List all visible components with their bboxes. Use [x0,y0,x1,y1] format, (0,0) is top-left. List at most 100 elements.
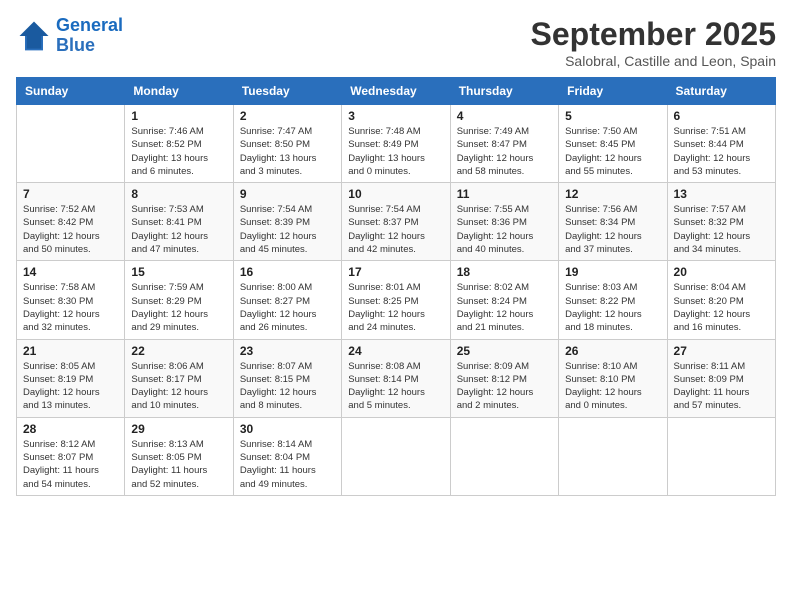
day-info: Sunrise: 7:52 AM Sunset: 8:42 PM Dayligh… [23,203,118,256]
day-number: 7 [23,187,118,201]
day-number: 22 [131,344,226,358]
calendar-cell: 10 Sunrise: 7:54 AM Sunset: 8:37 PM Dayli… [342,183,450,261]
day-info: Sunrise: 8:02 AM Sunset: 8:24 PM Dayligh… [457,281,552,334]
day-info: Sunrise: 8:13 AM Sunset: 8:05 PM Dayligh… [131,438,226,491]
day-number: 24 [348,344,443,358]
calendar-cell: 13 Sunrise: 7:57 AM Sunset: 8:32 PM Dayli… [667,183,775,261]
calendar-cell: 26 Sunrise: 8:10 AM Sunset: 8:10 PM Dayli… [559,339,667,417]
calendar-cell: 8 Sunrise: 7:53 AM Sunset: 8:41 PM Daylig… [125,183,233,261]
calendar-cell: 3 Sunrise: 7:48 AM Sunset: 8:49 PM Daylig… [342,105,450,183]
day-info: Sunrise: 7:58 AM Sunset: 8:30 PM Dayligh… [23,281,118,334]
calendar-cell: 5 Sunrise: 7:50 AM Sunset: 8:45 PM Daylig… [559,105,667,183]
calendar-cell: 6 Sunrise: 7:51 AM Sunset: 8:44 PM Daylig… [667,105,775,183]
day-info: Sunrise: 7:54 AM Sunset: 8:39 PM Dayligh… [240,203,335,256]
day-info: Sunrise: 8:09 AM Sunset: 8:12 PM Dayligh… [457,360,552,413]
calendar-cell: 18 Sunrise: 8:02 AM Sunset: 8:24 PM Dayli… [450,261,558,339]
day-number: 13 [674,187,769,201]
weekday-header: Wednesday [342,78,450,105]
day-number: 6 [674,109,769,123]
calendar-cell [342,417,450,495]
calendar-week-row: 28Sunrise: 8:12 AM Sunset: 8:07 PM Dayli… [17,417,776,495]
day-number: 12 [565,187,660,201]
day-info: Sunrise: 8:07 AM Sunset: 8:15 PM Dayligh… [240,360,335,413]
weekday-header: Monday [125,78,233,105]
calendar-cell: 23Sunrise: 8:07 AM Sunset: 8:15 PM Dayli… [233,339,341,417]
calendar-cell: 29 Sunrise: 8:13 AM Sunset: 8:05 PM Dayli… [125,417,233,495]
weekday-header: Tuesday [233,78,341,105]
day-number: 26 [565,344,660,358]
day-info: Sunrise: 7:53 AM Sunset: 8:41 PM Dayligh… [131,203,226,256]
day-info: Sunrise: 7:49 AM Sunset: 8:47 PM Dayligh… [457,125,552,178]
day-number: 9 [240,187,335,201]
calendar-cell: 17 Sunrise: 8:01 AM Sunset: 8:25 PM Dayli… [342,261,450,339]
calendar-cell: 9 Sunrise: 7:54 AM Sunset: 8:39 PM Daylig… [233,183,341,261]
calendar-cell: 24 Sunrise: 8:08 AM Sunset: 8:14 PM Dayli… [342,339,450,417]
day-number: 30 [240,422,335,436]
day-info: Sunrise: 8:04 AM Sunset: 8:20 PM Dayligh… [674,281,769,334]
calendar-cell [559,417,667,495]
logo-icon [16,18,52,54]
calendar-cell: 14 Sunrise: 7:58 AM Sunset: 8:30 PM Dayli… [17,261,125,339]
day-number: 19 [565,265,660,279]
calendar-week-row: 14 Sunrise: 7:58 AM Sunset: 8:30 PM Dayli… [17,261,776,339]
day-info: Sunrise: 8:06 AM Sunset: 8:17 PM Dayligh… [131,360,226,413]
day-number: 14 [23,265,118,279]
day-number: 21 [23,344,118,358]
calendar-cell: 27 Sunrise: 8:11 AM Sunset: 8:09 PM Dayli… [667,339,775,417]
day-number: 29 [131,422,226,436]
day-info: Sunrise: 8:05 AM Sunset: 8:19 PM Dayligh… [23,360,118,413]
calendar-cell: 20 Sunrise: 8:04 AM Sunset: 8:20 PM Dayli… [667,261,775,339]
calendar-cell: 11 Sunrise: 7:55 AM Sunset: 8:36 PM Dayli… [450,183,558,261]
day-number: 4 [457,109,552,123]
day-info: Sunrise: 7:48 AM Sunset: 8:49 PM Dayligh… [348,125,443,178]
day-info: Sunrise: 8:10 AM Sunset: 8:10 PM Dayligh… [565,360,660,413]
calendar-header-row: SundayMondayTuesdayWednesdayThursdayFrid… [17,78,776,105]
day-number: 18 [457,265,552,279]
calendar-week-row: 7 Sunrise: 7:52 AM Sunset: 8:42 PM Daylig… [17,183,776,261]
day-info: Sunrise: 7:57 AM Sunset: 8:32 PM Dayligh… [674,203,769,256]
day-info: Sunrise: 8:08 AM Sunset: 8:14 PM Dayligh… [348,360,443,413]
day-info: Sunrise: 7:50 AM Sunset: 8:45 PM Dayligh… [565,125,660,178]
day-info: Sunrise: 8:03 AM Sunset: 8:22 PM Dayligh… [565,281,660,334]
calendar-cell: 19 Sunrise: 8:03 AM Sunset: 8:22 PM Dayli… [559,261,667,339]
calendar-cell: 28Sunrise: 8:12 AM Sunset: 8:07 PM Dayli… [17,417,125,495]
day-number: 17 [348,265,443,279]
logo-text: General Blue [56,16,123,56]
calendar-cell: 25 Sunrise: 8:09 AM Sunset: 8:12 PM Dayli… [450,339,558,417]
day-info: Sunrise: 7:55 AM Sunset: 8:36 PM Dayligh… [457,203,552,256]
day-number: 15 [131,265,226,279]
day-number: 20 [674,265,769,279]
calendar-cell: 16Sunrise: 8:00 AM Sunset: 8:27 PM Dayli… [233,261,341,339]
day-info: Sunrise: 8:01 AM Sunset: 8:25 PM Dayligh… [348,281,443,334]
day-number: 25 [457,344,552,358]
day-number: 28 [23,422,118,436]
day-number: 16 [240,265,335,279]
logo-line2: Blue [56,35,95,55]
day-number: 2 [240,109,335,123]
calendar-cell [667,417,775,495]
day-number: 5 [565,109,660,123]
calendar-cell: 7 Sunrise: 7:52 AM Sunset: 8:42 PM Daylig… [17,183,125,261]
day-number: 10 [348,187,443,201]
calendar-cell: 2 Sunrise: 7:47 AM Sunset: 8:50 PM Daylig… [233,105,341,183]
day-number: 11 [457,187,552,201]
day-number: 8 [131,187,226,201]
day-number: 3 [348,109,443,123]
calendar-cell [17,105,125,183]
day-info: Sunrise: 7:46 AM Sunset: 8:52 PM Dayligh… [131,125,226,178]
calendar-week-row: 21 Sunrise: 8:05 AM Sunset: 8:19 PM Dayli… [17,339,776,417]
day-info: Sunrise: 8:11 AM Sunset: 8:09 PM Dayligh… [674,360,769,413]
calendar-cell: 22 Sunrise: 8:06 AM Sunset: 8:17 PM Dayli… [125,339,233,417]
calendar-week-row: 1 Sunrise: 7:46 AM Sunset: 8:52 PM Daylig… [17,105,776,183]
day-info: Sunrise: 7:54 AM Sunset: 8:37 PM Dayligh… [348,203,443,256]
day-info: Sunrise: 7:47 AM Sunset: 8:50 PM Dayligh… [240,125,335,178]
title-block: September 2025 Salobral, Castille and Le… [531,16,776,69]
day-info: Sunrise: 7:51 AM Sunset: 8:44 PM Dayligh… [674,125,769,178]
day-number: 1 [131,109,226,123]
weekday-header: Saturday [667,78,775,105]
day-info: Sunrise: 7:56 AM Sunset: 8:34 PM Dayligh… [565,203,660,256]
day-number: 27 [674,344,769,358]
calendar-cell: 15Sunrise: 7:59 AM Sunset: 8:29 PM Dayli… [125,261,233,339]
page-header: General Blue September 2025 Salobral, Ca… [16,16,776,69]
weekday-header: Thursday [450,78,558,105]
